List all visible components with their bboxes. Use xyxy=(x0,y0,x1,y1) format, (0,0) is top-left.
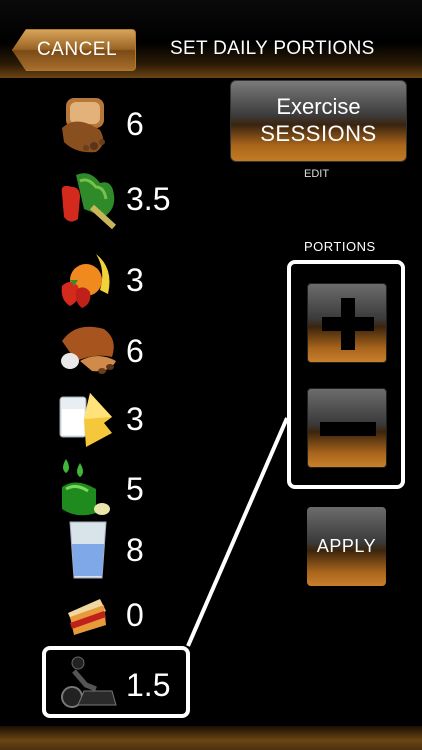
bottom-bar xyxy=(0,726,422,750)
highlight-connector-line xyxy=(186,417,289,647)
